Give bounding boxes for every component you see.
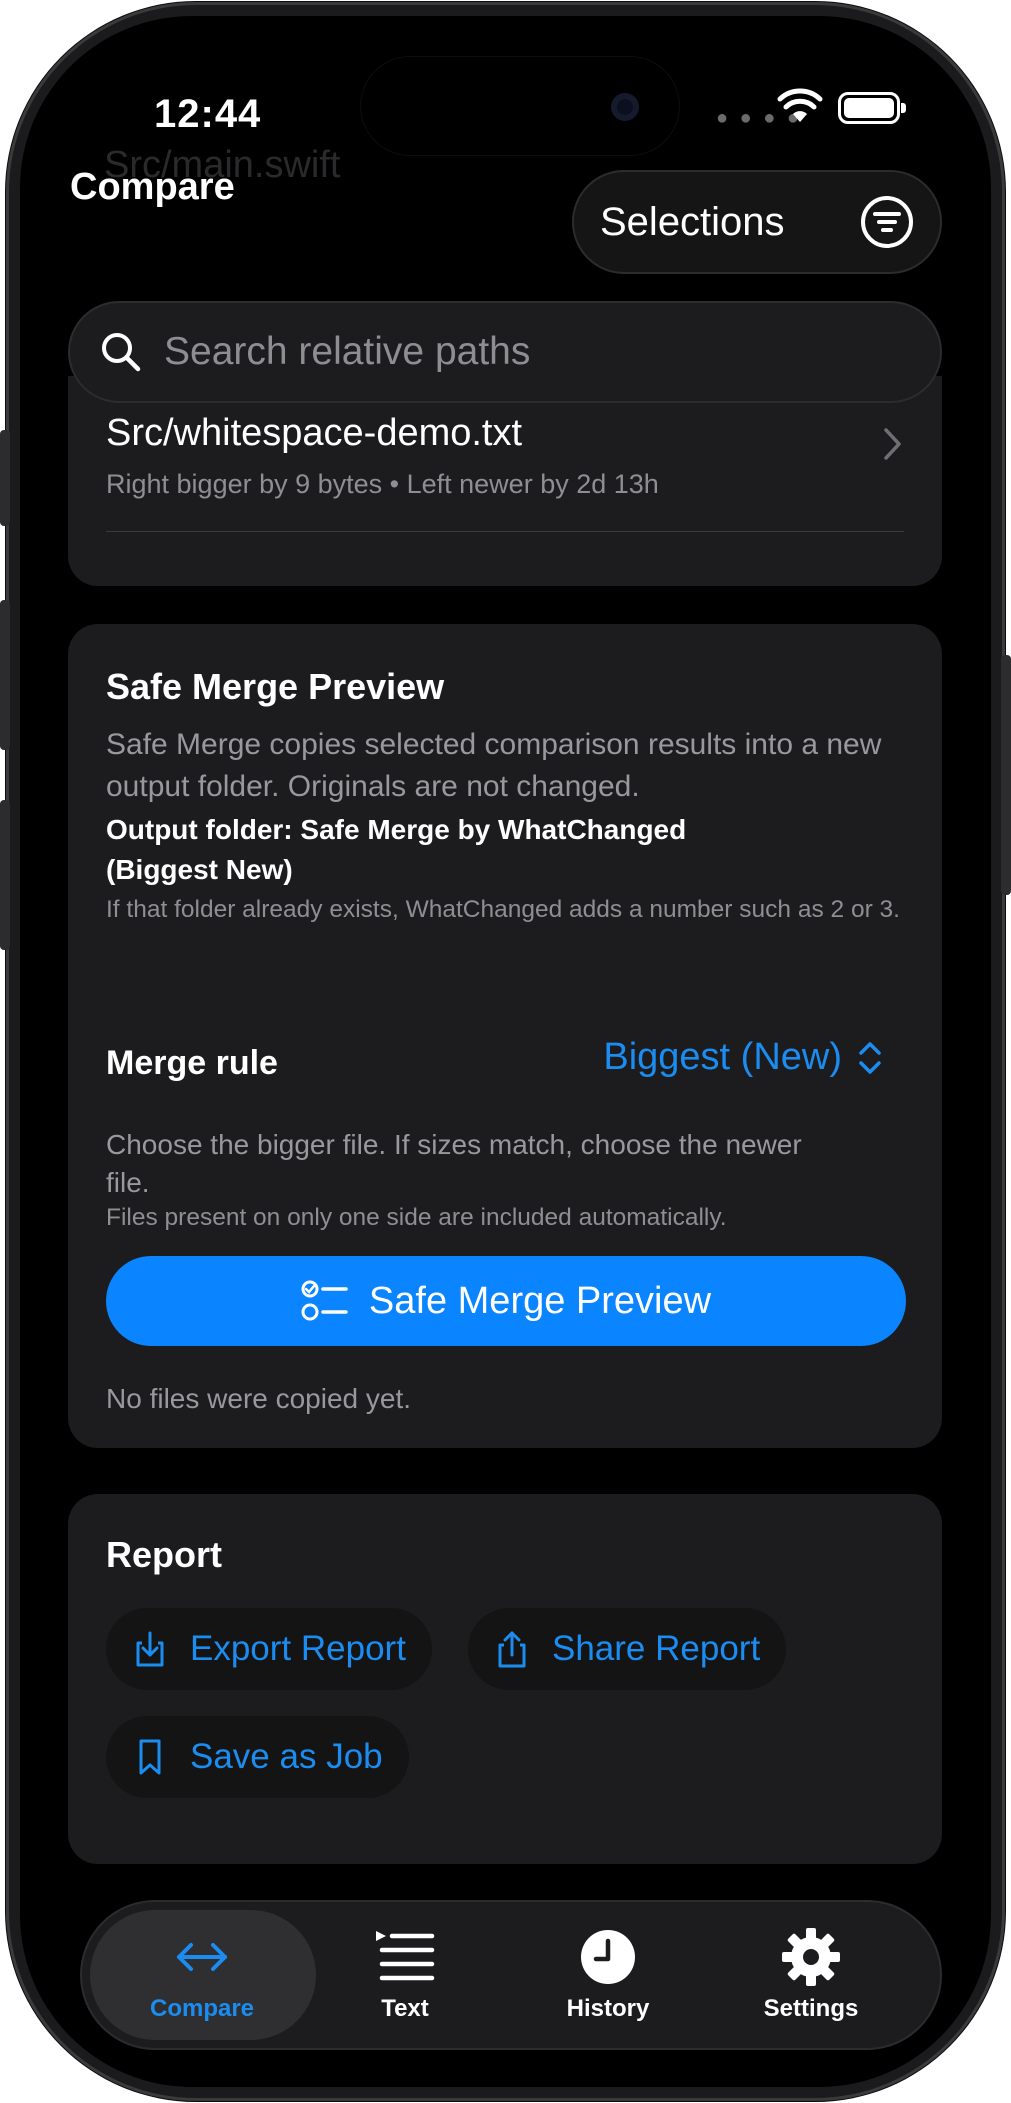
tab-settings[interactable]: Settings	[711, 1902, 911, 2048]
volume-down-button	[0, 800, 10, 950]
share-icon	[498, 1631, 526, 1668]
share-report-label: Share Report	[552, 1629, 761, 1668]
save-as-job-label: Save as Job	[190, 1737, 383, 1776]
wifi-icon	[777, 88, 823, 122]
file-row[interactable]: Src/whitespace-demo.txt Right bigger by …	[106, 412, 904, 532]
tab-history[interactable]: History	[508, 1902, 708, 2048]
merge-rule-picker[interactable]: Biggest (New)	[603, 1036, 884, 1079]
dynamic-island	[360, 56, 680, 156]
tab-compare[interactable]: Compare	[102, 1902, 302, 2048]
chevron-right-icon	[884, 428, 901, 460]
report-title: Report	[106, 1534, 222, 1575]
battery-icon	[838, 92, 906, 124]
file-name: Src/whitespace-demo.txt	[106, 412, 523, 454]
screen: Src/main.swift 12:44 ● ● ● ● Compare Sel…	[20, 16, 991, 2087]
action-button	[0, 430, 10, 526]
arrows-left-right-icon	[177, 1943, 227, 1971]
chevron-up-down-icon	[859, 1041, 881, 1074]
safe-merge-preview-button-label: Safe Merge Preview	[368, 1279, 712, 1322]
export-report-label: Export Report	[190, 1629, 406, 1668]
output-folder-label: Output folder: Safe Merge by WhatChanged…	[106, 814, 687, 885]
volume-up-button	[0, 600, 10, 750]
merge-rule-value: Biggest (New)	[603, 1036, 842, 1078]
download-icon	[136, 1631, 164, 1667]
tab-history-label: History	[566, 1995, 650, 2022]
tab-text[interactable]: Text	[305, 1902, 505, 2048]
gear-icon	[782, 1928, 840, 1986]
search-input[interactable]	[164, 330, 910, 374]
safe-merge-preview-button[interactable]: Safe Merge Preview	[106, 1256, 906, 1346]
selections-label: Selections	[600, 199, 785, 244]
tab-compare-label: Compare	[149, 1995, 255, 2022]
search-field[interactable]	[68, 301, 942, 403]
one-side-note: Files present on only one side are inclu…	[106, 1204, 727, 1231]
page-title: Compare	[70, 166, 235, 208]
file-list-card: Src/whitespace-demo.txt Right bigger by …	[68, 376, 942, 586]
safe-merge-description: Safe Merge copies selected comparison re…	[106, 728, 882, 803]
safe-merge-card: Safe Merge Preview Safe Merge copies sel…	[68, 624, 942, 1448]
merge-rule-description: Choose the bigger file. If sizes match, …	[106, 1129, 802, 1198]
merge-rule-label: Merge rule	[106, 1044, 278, 1082]
status-time: 12:44	[154, 92, 262, 136]
power-button	[1001, 655, 1011, 895]
checklist-icon	[301, 1280, 348, 1321]
tab-text-label: Text	[381, 1995, 429, 2022]
share-report-button[interactable]: Share Report	[468, 1608, 787, 1690]
tab-settings-label: Settings	[763, 1995, 859, 2022]
save-as-job-button[interactable]: Save as Job	[106, 1716, 409, 1798]
selections-button[interactable]: Selections	[572, 170, 942, 274]
tab-bar: Compare Text History Settings	[80, 1900, 942, 2050]
file-meta: Right bigger by 9 bytes • Left newer by …	[106, 469, 659, 499]
copy-status: No files were copied yet.	[106, 1383, 412, 1414]
camera-icon	[611, 93, 639, 121]
bookmark-icon	[139, 1739, 161, 1775]
filter-icon	[861, 196, 913, 248]
export-report-button[interactable]: Export Report	[106, 1608, 432, 1690]
search-icon	[102, 333, 141, 372]
safe-merge-title: Safe Merge Preview	[106, 666, 445, 707]
text-list-icon	[376, 1931, 435, 1981]
folder-exists-note: If that folder already exists, WhatChang…	[106, 896, 900, 923]
report-card: Report Export Report Share Report Save a…	[68, 1494, 942, 1864]
clock-icon	[581, 1930, 635, 1984]
